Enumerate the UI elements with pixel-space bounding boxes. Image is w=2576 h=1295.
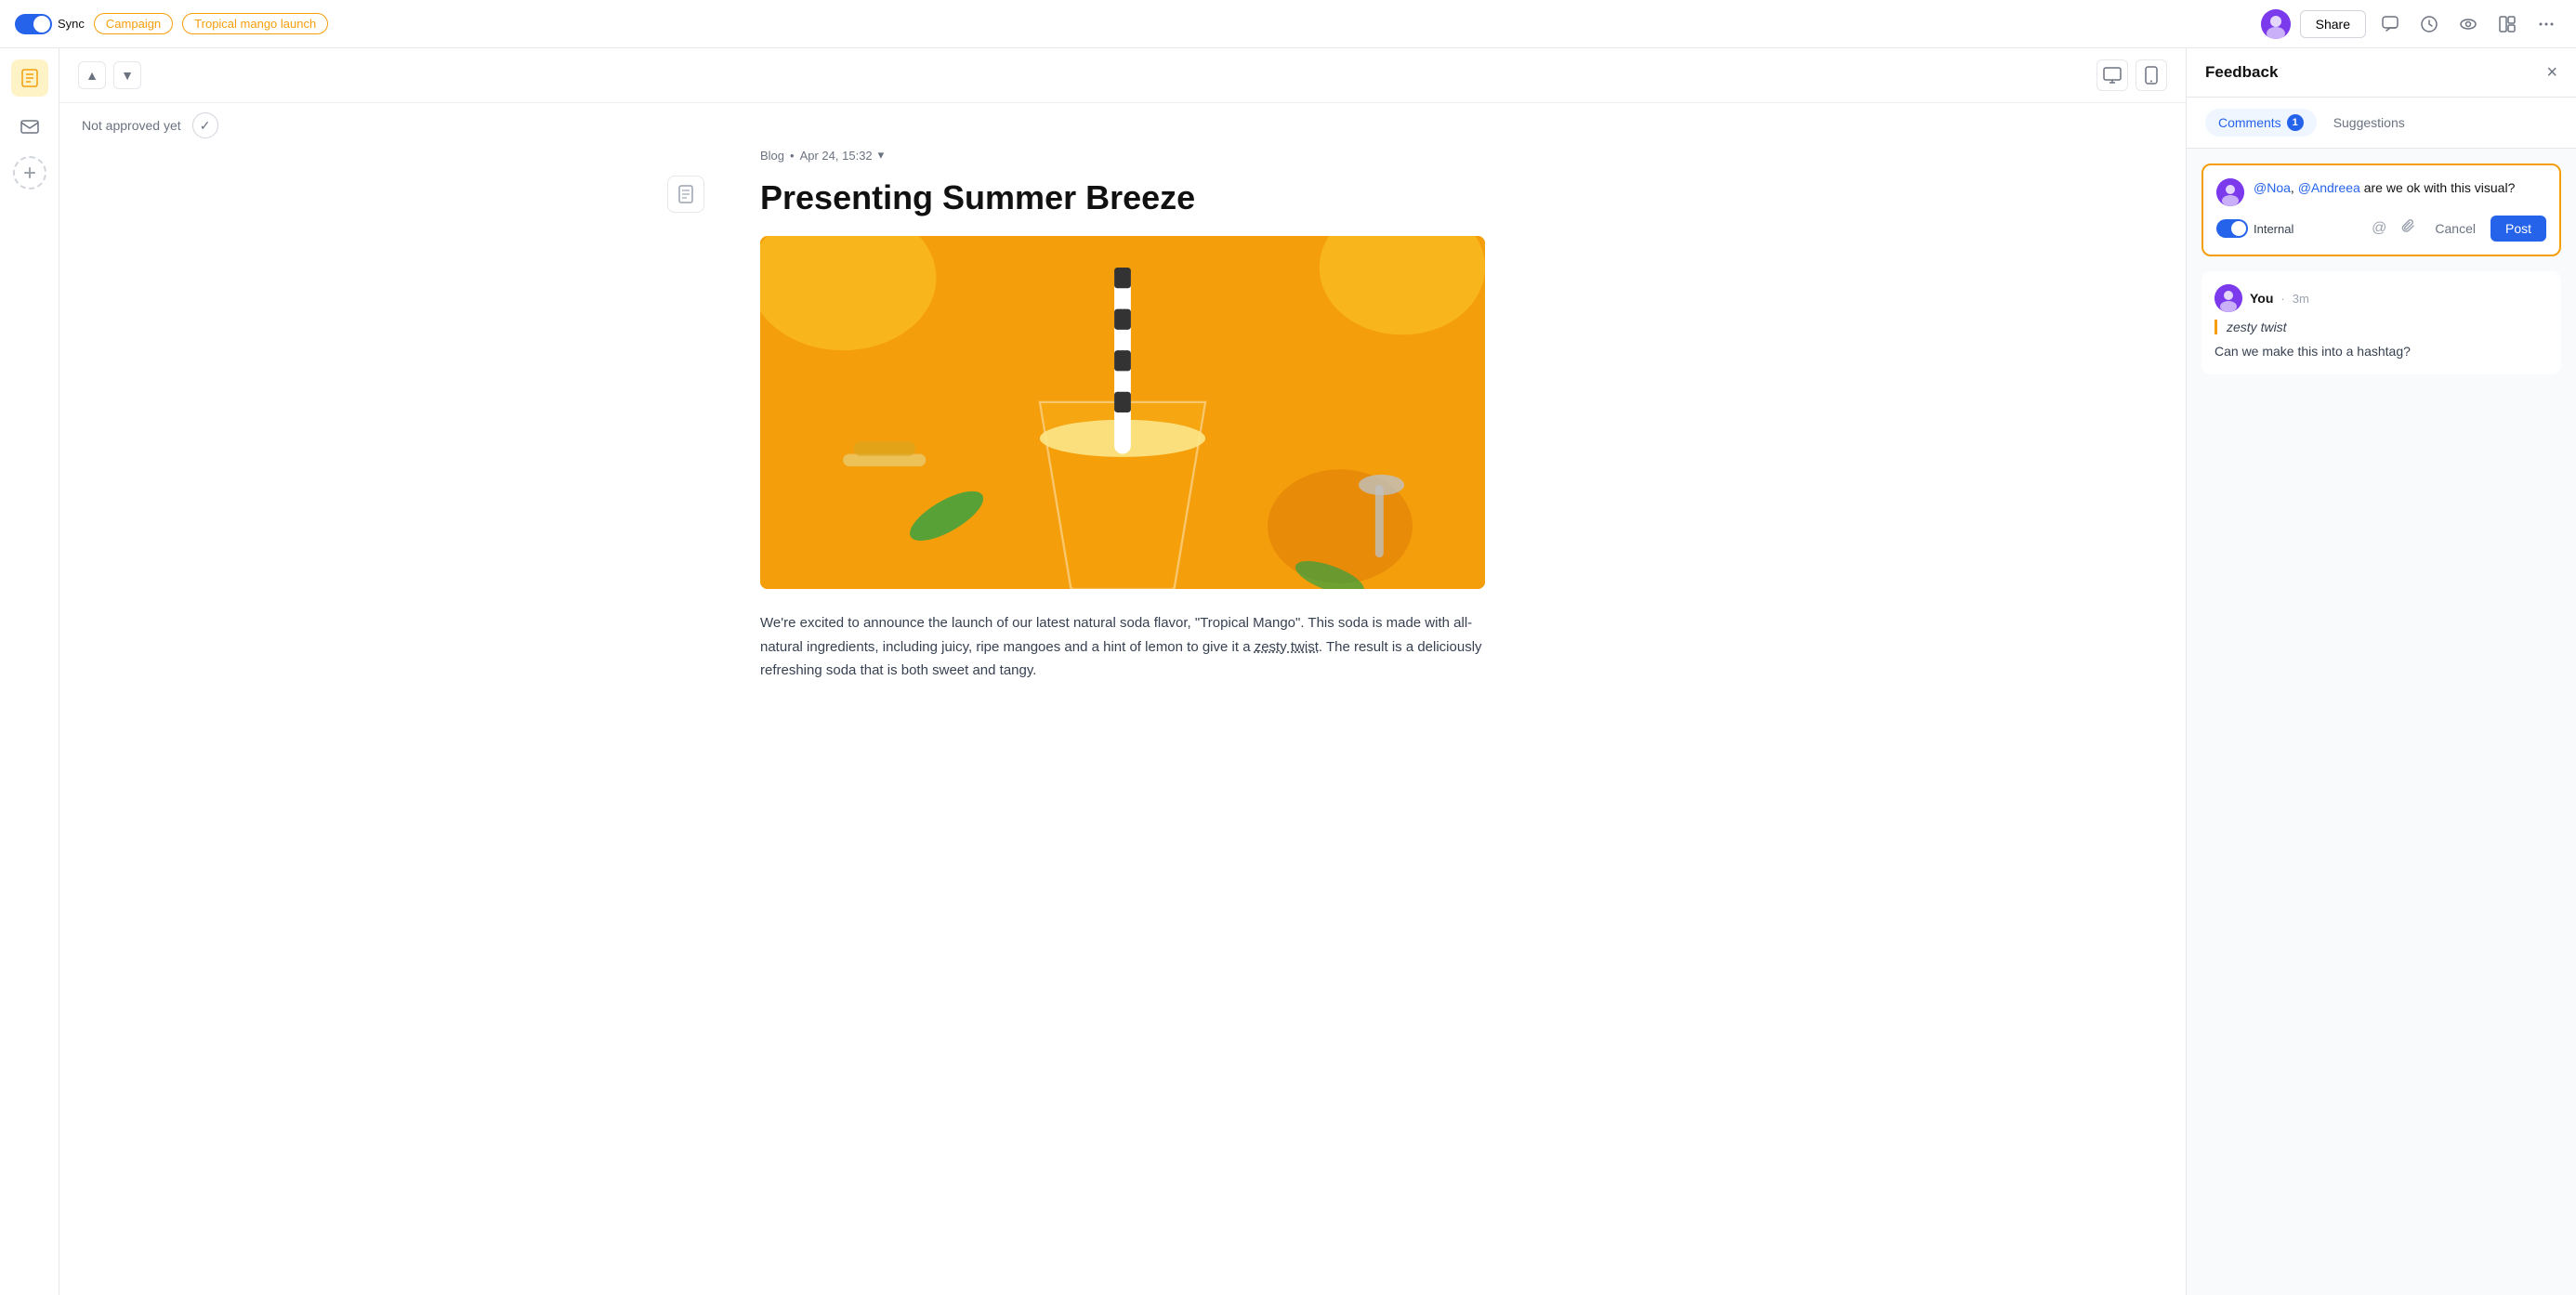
meta-chevron-icon[interactable]: ▾	[878, 148, 885, 163]
comments-list: You · 3m zesty twist Can we make this in…	[2187, 271, 2576, 399]
sidebar-add-button[interactable]	[13, 156, 46, 190]
cancel-button[interactable]: Cancel	[2427, 217, 2483, 240]
internal-toggle-knob	[2231, 221, 2246, 236]
layout-icon-button[interactable]	[2492, 11, 2522, 37]
doc-title: Presenting Summer Breeze	[760, 177, 1485, 217]
status-row: Not approved yet ✓	[59, 103, 2186, 148]
tag-campaign[interactable]: Campaign	[94, 13, 173, 34]
doc-floating-button[interactable]	[667, 176, 704, 213]
doc-content: Blog • Apr 24, 15:32 ▾ Presenting Summer…	[704, 148, 1541, 720]
sidebar-doc-button[interactable]	[11, 59, 48, 97]
topbar: Sync Campaign Tropical mango launch Shar…	[0, 0, 2576, 48]
at-mention-button[interactable]: @	[2368, 218, 2390, 239]
post-button[interactable]: Post	[2491, 216, 2546, 242]
doc-meta: Blog • Apr 24, 15:32 ▾	[760, 148, 1485, 163]
topbar-right: Share	[2261, 9, 2561, 39]
zesty-twist-text: zesty twist	[1255, 639, 1319, 655]
doc-toolbar: ▲ ▼	[59, 48, 2186, 103]
feedback-panel: Feedback × Comments 1 Suggestions	[2186, 48, 2576, 1295]
left-sidebar	[0, 48, 59, 1295]
feedback-close-button[interactable]: ×	[2546, 63, 2557, 82]
internal-label: Internal	[2254, 222, 2293, 236]
sync-toggle[interactable]	[15, 14, 52, 34]
tab-comments-badge: 1	[2287, 114, 2304, 131]
sync-toggle-wrap: Sync	[15, 14, 85, 34]
sync-label: Sync	[58, 17, 85, 31]
internal-toggle: Internal	[2216, 219, 2293, 238]
feedback-header: Feedback ×	[2187, 48, 2576, 98]
comment-time: ·	[2280, 292, 2284, 306]
tab-suggestions[interactable]: Suggestions	[2320, 110, 2418, 136]
comment-input-text[interactable]: @Noa, @Andreea are we ok with this visua…	[2254, 178, 2546, 198]
comment-input-area: @Noa, @Andreea are we ok with this visua…	[2201, 164, 2561, 256]
mention-andreea: @Andreea	[2298, 180, 2360, 195]
internal-toggle-track[interactable]	[2216, 219, 2248, 238]
doc-body: We're excited to announce the launch of …	[760, 611, 1485, 683]
tab-comments-label: Comments	[2218, 115, 2281, 130]
toggle-knob	[33, 16, 50, 33]
mobile-view-button[interactable]	[2136, 59, 2167, 91]
tab-suggestions-label: Suggestions	[2333, 115, 2405, 130]
desktop-view-button[interactable]	[2096, 59, 2128, 91]
doc-meta-date: Apr 24, 15:32	[800, 149, 873, 163]
doc-toolbar-right	[2096, 59, 2167, 91]
main-layout: ▲ ▼ Not approved yet ✓	[0, 48, 2576, 1295]
comment-author-name: You	[2250, 291, 2273, 306]
history-icon-button[interactable]	[2414, 11, 2444, 37]
doc-toolbar-left: ▲ ▼	[78, 61, 141, 89]
feedback-tabs: Comments 1 Suggestions	[2187, 98, 2576, 149]
user-avatar[interactable]	[2261, 9, 2291, 39]
comment-header: You · 3m	[2215, 284, 2548, 312]
comment-timestamp: 3m	[2293, 292, 2309, 306]
sidebar-mail-button[interactable]	[11, 108, 48, 145]
feedback-title: Feedback	[2205, 63, 2278, 82]
doc-image	[760, 236, 1485, 589]
nav-up-button[interactable]: ▲	[78, 61, 106, 89]
content-area: ▲ ▼ Not approved yet ✓	[59, 48, 2576, 1295]
tag-tropical[interactable]: Tropical mango launch	[182, 13, 328, 34]
topbar-left: Sync Campaign Tropical mango launch	[15, 13, 328, 34]
comment-input-row: @Noa, @Andreea are we ok with this visua…	[2216, 178, 2546, 206]
doc-body-text: We're excited to announce the launch of …	[760, 611, 1485, 683]
comment-body: Can we make this into a hashtag?	[2215, 342, 2548, 361]
nav-down-button[interactable]: ▼	[113, 61, 141, 89]
approve-button[interactable]: ✓	[192, 112, 218, 138]
comment-item: You · 3m zesty twist Can we make this in…	[2201, 271, 2561, 374]
not-approved-text: Not approved yet	[82, 118, 181, 133]
commenter-avatar	[2216, 178, 2244, 206]
comment-quote: zesty twist	[2215, 320, 2548, 334]
attach-button[interactable]	[2398, 217, 2420, 241]
comment-icon-button[interactable]	[2375, 11, 2405, 37]
eye-icon-button[interactable]	[2453, 11, 2483, 37]
doc-image-inner	[760, 236, 1485, 589]
mention-noa: @Noa	[2254, 180, 2291, 195]
doc-meta-type: Blog	[760, 149, 784, 163]
tab-comments[interactable]: Comments 1	[2205, 109, 2317, 137]
comment-author-avatar	[2215, 284, 2242, 312]
share-button[interactable]: Share	[2300, 10, 2366, 38]
doc-panel: ▲ ▼ Not approved yet ✓	[59, 48, 2186, 1295]
more-icon-button[interactable]	[2531, 11, 2561, 37]
doc-meta-separator: •	[790, 149, 795, 163]
comment-actions: Internal @ Cancel Post	[2216, 216, 2546, 242]
